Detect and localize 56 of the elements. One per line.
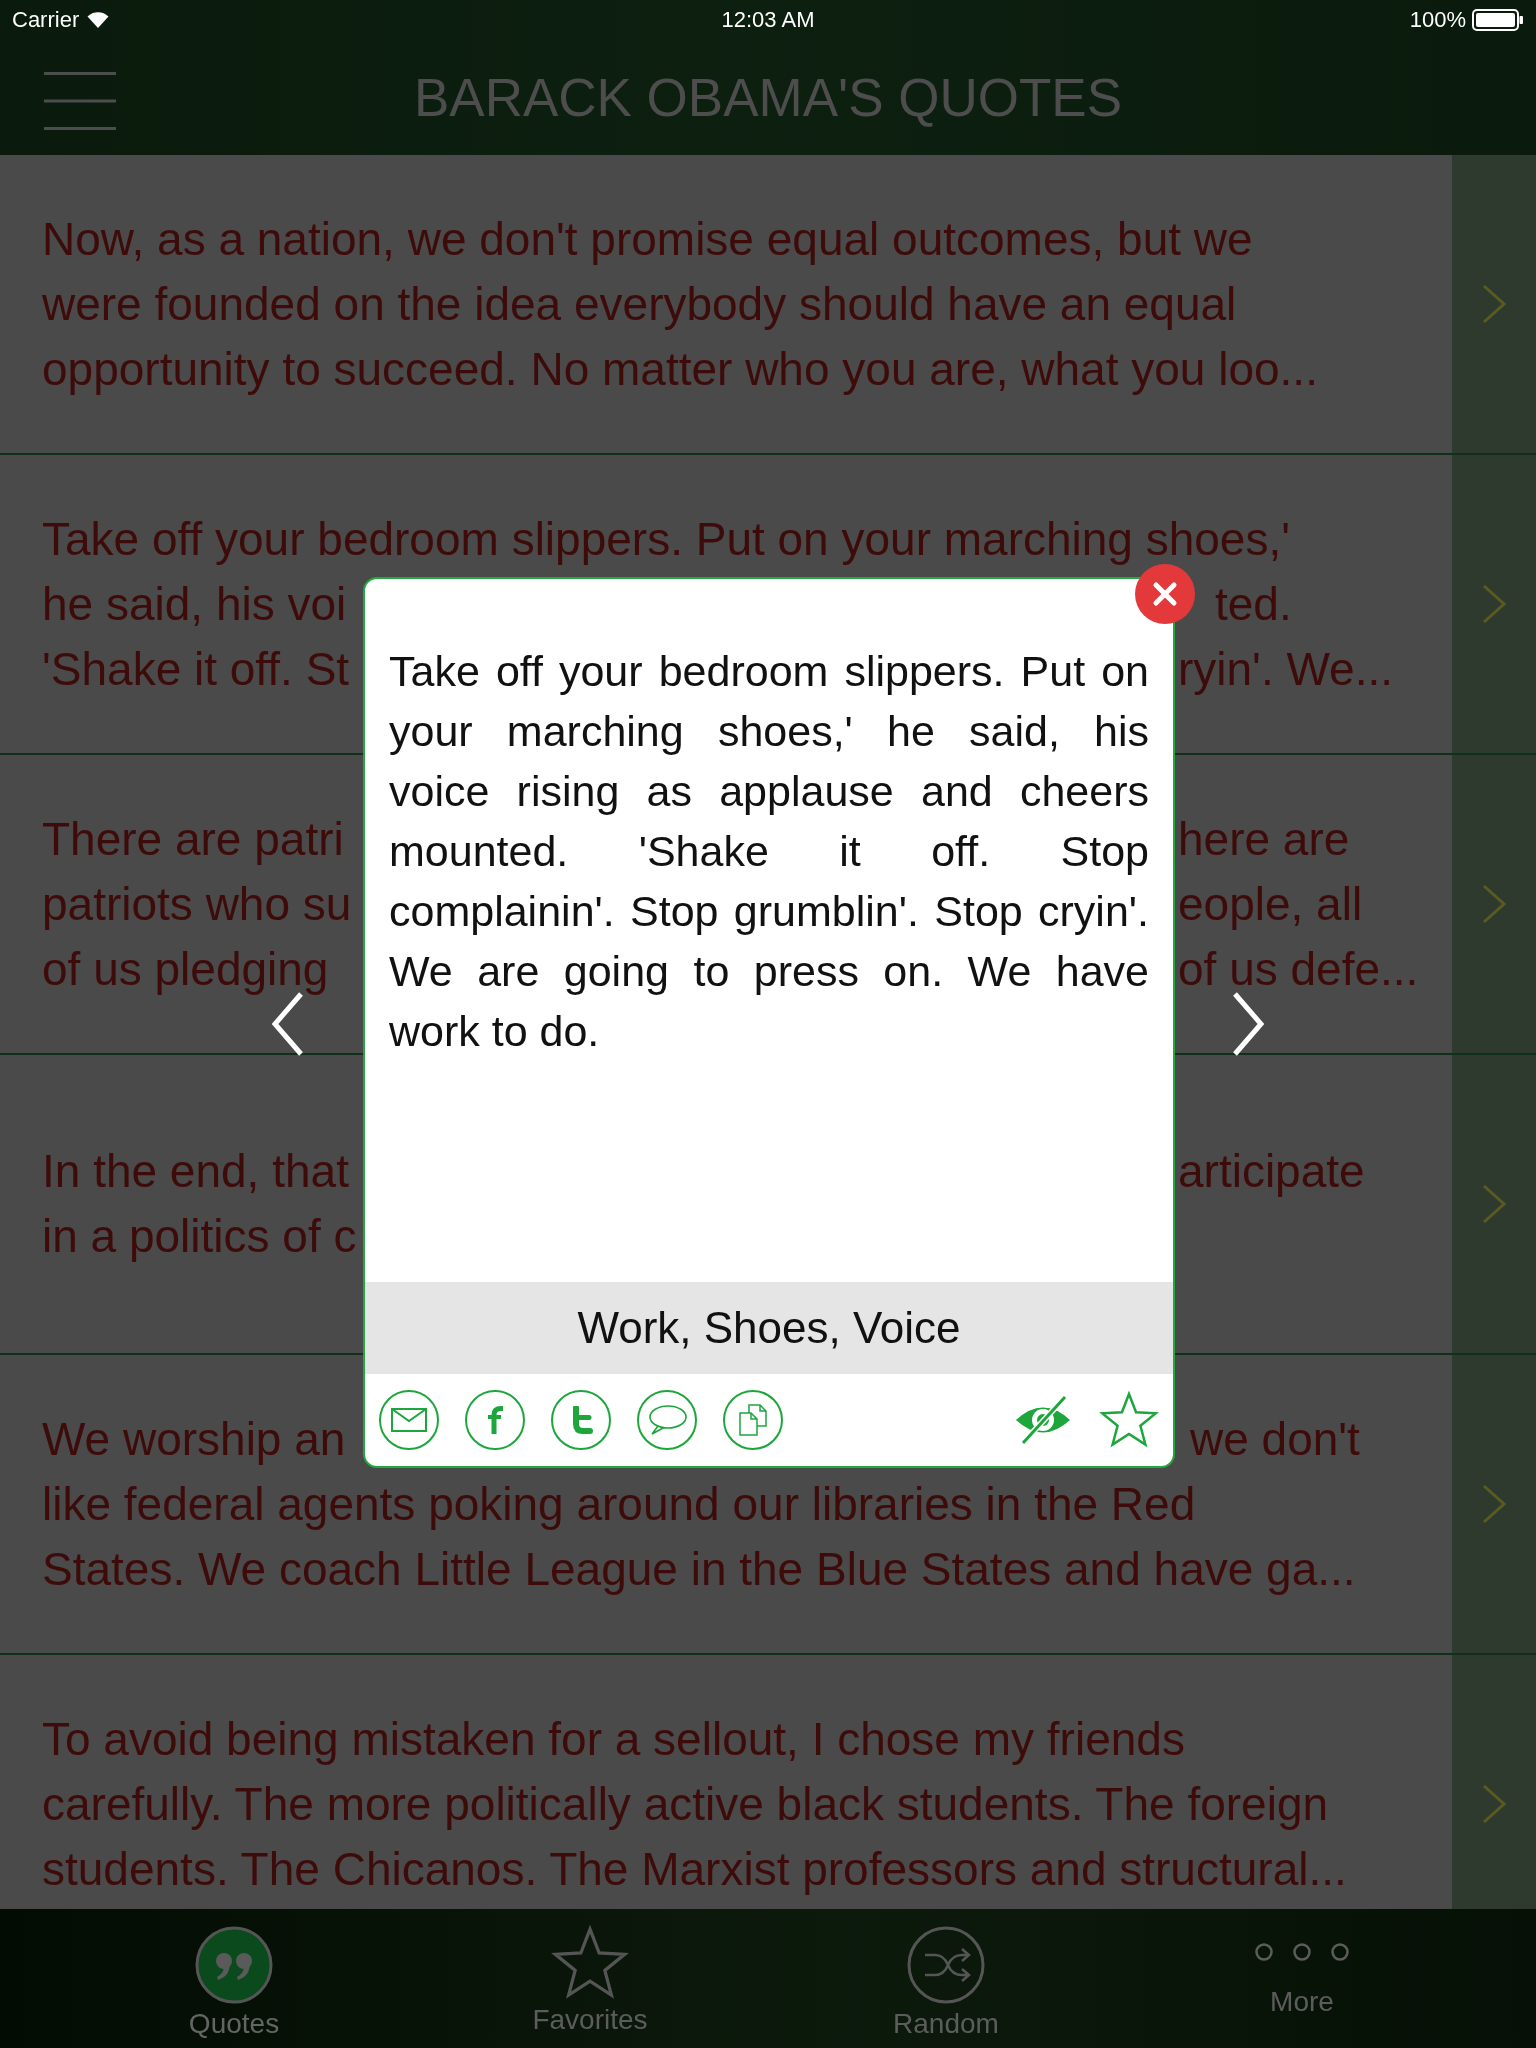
tab[interactable]: Random [768,1909,1124,2048]
battery-percent: 100% [1409,7,1466,33]
quote-text-fragment: we don't [1190,1411,1360,1467]
quote-text-fragment: ryin'. We... [1178,641,1393,697]
quote-text: States. We coach Little League in the Blue States and have ga... [42,1541,1356,1597]
chevron-right-icon[interactable] [1231,991,1265,1057]
quote-text-fragment: patriots who su [42,876,352,932]
letter-f-icon [487,1406,503,1434]
chevron-right-icon [1482,284,1506,324]
quote-text-fragment: eople, all [1178,876,1363,932]
chevron-right-icon [1482,584,1506,624]
share-button[interactable] [465,1390,525,1450]
quote-text-fragment: In the end, that [42,1144,349,1199]
quote-text: in a politics of c [42,1209,357,1264]
more-dots-icon [1252,1941,1352,1963]
shuffle-icon [906,1925,986,2005]
chevron-right-icon [1482,1184,1506,1224]
quote-text-fragment: of us pledging [42,941,329,997]
tab[interactable]: More [1124,1909,1480,2048]
quote-text: Now, as a nation, we don't promise equal outcomes, but we were founded on the idea everybody should have an equal opportunity to succeed. No matter who you are, what you loo... [42,211,1318,397]
quote-text-fragment: he said, his voi [42,576,347,632]
quote-text-fragment: We worship an [42,1411,346,1467]
share-button[interactable] [637,1390,697,1450]
wifi-icon [87,12,110,28]
star-icon [551,1925,629,2001]
tab[interactable]: Favorites [412,1909,768,2048]
quote-text: Take off your bedroom slippers. Put on your marching shoes,' [42,511,1291,567]
carrier-label: Carrier [12,7,80,33]
quote-text: like federal agents poking around our libraries in the Red [42,1476,1196,1532]
quote-text-fragment: articipate [1178,1144,1365,1199]
menu-button[interactable] [44,71,116,130]
share-button[interactable] [723,1390,783,1450]
quote-text-fragment: ted. [1215,576,1292,632]
quote-text-fragment: There are patri [42,811,344,867]
battery-icon [1472,9,1524,31]
quote-marks-icon [194,1925,274,2005]
status-time: 12:03 AM [721,7,815,33]
share-button[interactable] [379,1390,439,1450]
tab[interactable]: Quotes [56,1909,412,2048]
quote-row[interactable]: Now, as a nation, we don't promise equal outcomes, but we were founded on the idea everybody should have an equal opportunity to succeed. No matter who you are, what you loo... [0,155,1536,455]
envelope-icon [391,1408,427,1432]
tags-bar: Work, Shoes, Voice [365,1282,1173,1374]
speech-bubble-icon [647,1404,687,1436]
quote-text-fragment: 'Shake it off. St [42,641,350,697]
close-icon[interactable] [1135,564,1195,624]
quote-text: To avoid being mistaken for a sellout, I chose my friends carefully. The more politically active black students. The foreign students. The Chicanos. The Marxist professors and structural... [42,1711,1347,1897]
app-title: BARACK OBAMA'S QUOTES [413,67,1123,128]
menu-icon [44,71,116,130]
chevron-right-icon [1482,884,1506,924]
star-icon[interactable] [1099,1391,1159,1449]
chevron-right-icon [1482,1784,1506,1824]
quote-text-fragment: of us defe... [1178,941,1419,997]
chevron-right-icon [1482,1484,1506,1524]
documents-icon [738,1404,768,1436]
quote-text-fragment: here are [1178,811,1350,867]
share-button[interactable] [551,1390,611,1450]
